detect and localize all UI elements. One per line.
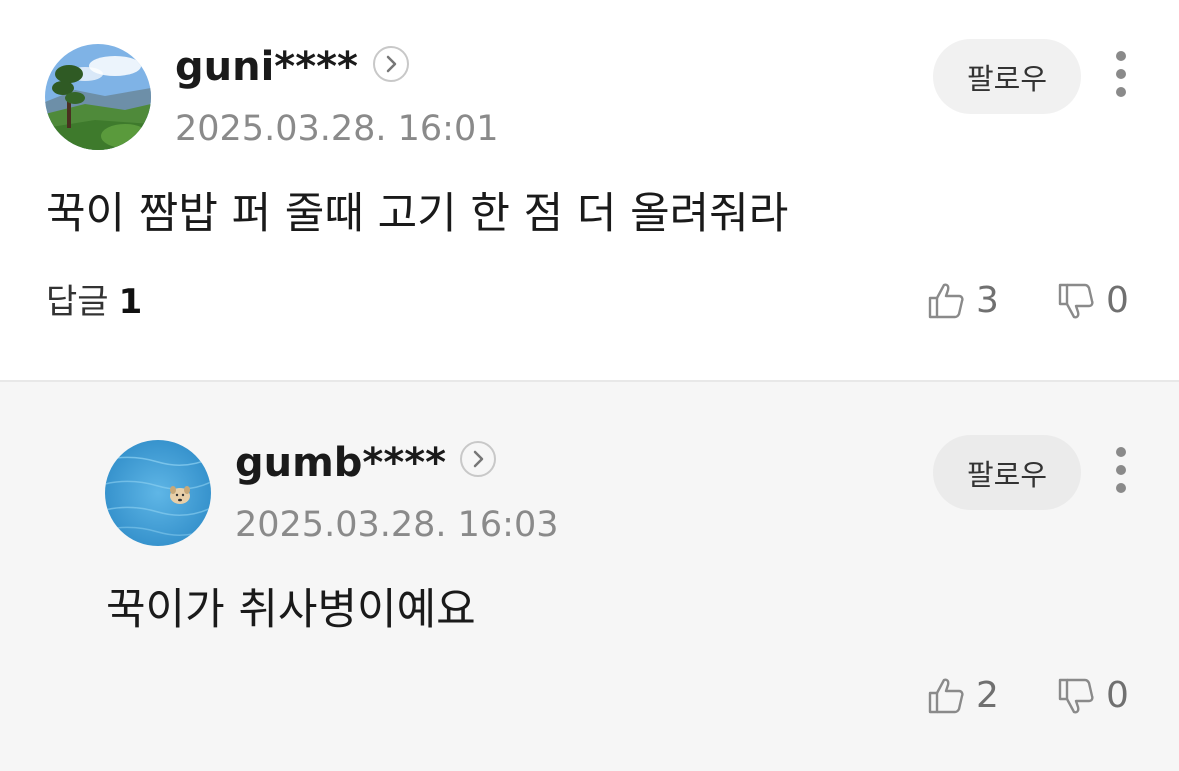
comment-list: guni**** 2025.03.28. 16:01 팔로우 꾹이 짬밥 퍼 줄… bbox=[0, 0, 1179, 771]
profile-link-button[interactable] bbox=[373, 46, 409, 82]
profile-link-button[interactable] bbox=[460, 441, 496, 477]
like-button[interactable]: 3 bbox=[926, 277, 999, 325]
more-vertical-icon bbox=[1116, 51, 1126, 97]
avatar[interactable] bbox=[105, 440, 211, 546]
comment-item: guni**** 2025.03.28. 16:01 팔로우 꾹이 짬밥 퍼 줄… bbox=[0, 0, 1179, 381]
reply-count-button[interactable]: 답글 1 bbox=[46, 282, 142, 322]
avatar[interactable] bbox=[45, 44, 151, 150]
comment-timestamp: 2025.03.28. 16:03 bbox=[235, 505, 559, 545]
like-button[interactable]: 2 bbox=[926, 672, 999, 720]
chevron-right-icon bbox=[386, 55, 397, 73]
more-vertical-icon bbox=[1116, 447, 1126, 493]
thumbs-up-icon bbox=[928, 678, 964, 714]
dislike-count: 0 bbox=[1106, 280, 1129, 321]
like-count: 2 bbox=[976, 675, 999, 716]
more-options-button[interactable] bbox=[1109, 49, 1133, 101]
dislike-button[interactable]: 0 bbox=[1056, 672, 1129, 720]
thumbs-up-icon bbox=[928, 283, 964, 319]
username[interactable]: guni**** bbox=[175, 43, 358, 91]
dislike-count: 0 bbox=[1106, 675, 1129, 716]
thumbs-down-icon bbox=[1058, 678, 1094, 714]
dislike-button[interactable]: 0 bbox=[1056, 277, 1129, 325]
reply-text: 꾹이가 취사병이예요 bbox=[106, 585, 476, 635]
reply-item: gumb**** 2025.03.28. 16:03 팔로우 꾹이가 취사병이예… bbox=[0, 382, 1179, 771]
thumbs-down-icon bbox=[1058, 283, 1094, 319]
reply-label: 답글 bbox=[46, 282, 109, 322]
chevron-right-icon bbox=[473, 450, 484, 468]
mountain-landscape-image bbox=[45, 44, 151, 150]
comment-timestamp: 2025.03.28. 16:01 bbox=[175, 109, 499, 149]
reply-count-number: 1 bbox=[118, 282, 143, 322]
like-count: 3 bbox=[976, 280, 999, 321]
more-options-button[interactable] bbox=[1109, 445, 1133, 497]
comment-text: 꾹이 짬밥 퍼 줄때 고기 한 점 더 올려줘라 bbox=[46, 189, 789, 239]
follow-button[interactable]: 팔로우 bbox=[933, 435, 1081, 510]
dog-swimming-pool-image bbox=[105, 440, 211, 546]
username[interactable]: gumb**** bbox=[235, 439, 446, 487]
follow-button[interactable]: 팔로우 bbox=[933, 39, 1081, 114]
